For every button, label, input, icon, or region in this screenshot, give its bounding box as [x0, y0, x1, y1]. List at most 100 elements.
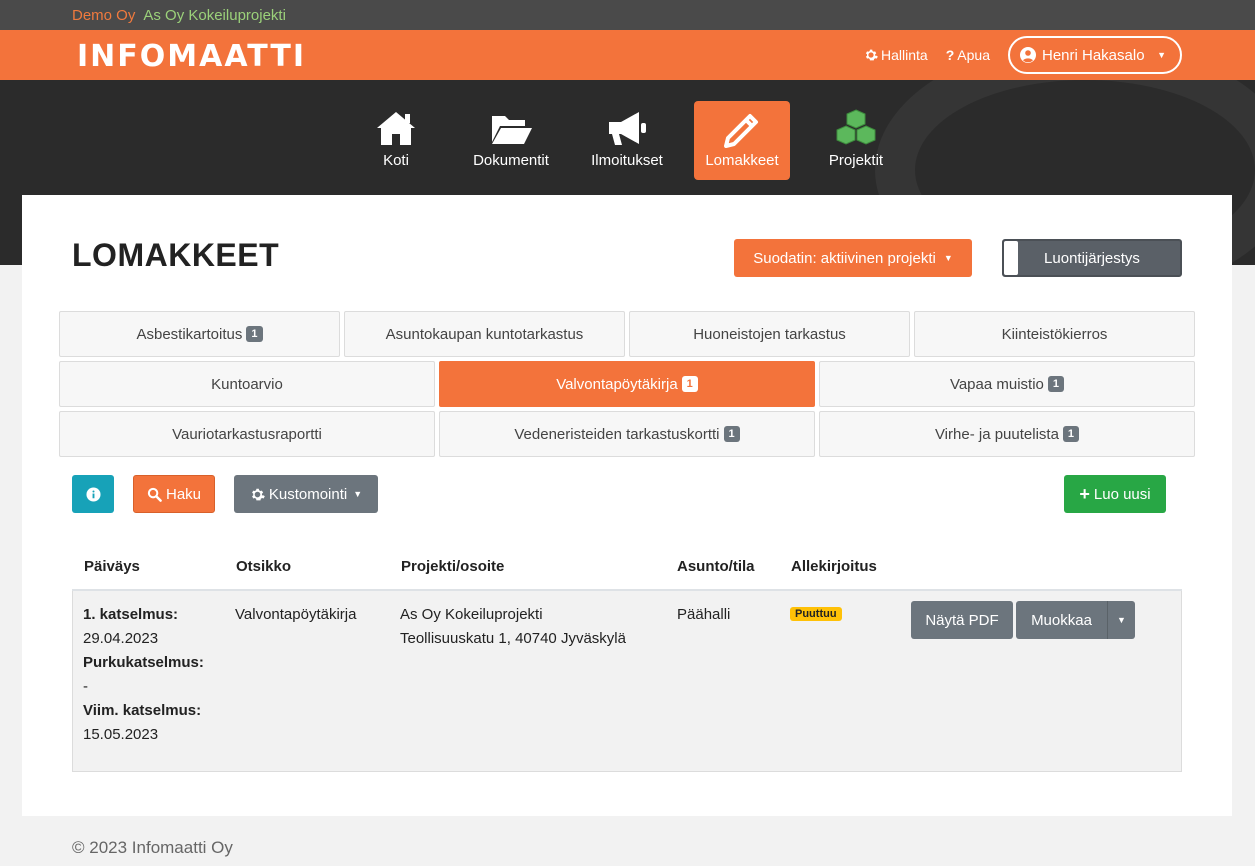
tab-vapaa-muistio[interactable]: Vapaa muistio 1 — [819, 361, 1195, 407]
tab-label: Asuntokaupan kuntotarkastus — [385, 325, 584, 343]
date-value: 29.04.2023 — [83, 630, 159, 647]
tab-virhe-ja-puutelista[interactable]: Virhe- ja puutelista 1 — [819, 411, 1195, 457]
user-circle-icon — [1020, 47, 1036, 63]
nav-dokumentit[interactable]: Dokumentit — [464, 101, 558, 180]
count-badge: 1 — [1062, 426, 1080, 442]
caret-down-icon: ▼ — [943, 253, 953, 263]
nav-label: Dokumentit — [473, 152, 549, 169]
help-label: Apua — [957, 47, 990, 63]
sort-label: Luontijärjestys — [1044, 249, 1140, 267]
user-name: Henri Hakasalo — [1042, 46, 1145, 64]
caret-down-icon: ▼ — [1117, 615, 1126, 625]
toggle-knob[interactable] — [1004, 241, 1018, 275]
tab-valvontapoytakirja[interactable]: Valvontapöytäkirja 1 — [439, 361, 815, 407]
cubes-icon — [836, 109, 876, 145]
search-label: Haku — [165, 485, 202, 503]
nav-ilmoitukset[interactable]: Ilmoitukset — [582, 101, 672, 180]
footer-copyright: © 2023 Infomaatti Oy — [72, 838, 233, 857]
customize-label: Kustomointi — [268, 485, 348, 503]
organization-link[interactable]: Demo Oy — [72, 7, 135, 24]
info-button[interactable] — [72, 475, 114, 513]
create-label: Luo uusi — [1093, 485, 1151, 503]
tab-asuntokaupan-kuntotarkastus[interactable]: Asuntokaupan kuntotarkastus — [344, 311, 625, 357]
caret-down-icon: ▼ — [1157, 50, 1166, 60]
tab-label: Vauriotarkastusraportti — [172, 425, 322, 443]
navbar: INFOMAATTI Hallinta ? Apua Henri Hakasal… — [0, 30, 1255, 80]
date-value: - — [83, 678, 88, 695]
project-name: As Oy Kokeiluprojekti — [400, 606, 543, 623]
tab-label: Asbestikartoitus — [136, 325, 243, 343]
tab-vauriotarkastusraportti[interactable]: Vauriotarkastusraportti — [59, 411, 435, 457]
nav-koti[interactable]: Koti — [365, 101, 427, 180]
table-row: 1. katselmus: 29.04.2023 Purkukatselmus:… — [72, 591, 1182, 772]
signature-status-badge: Puuttuu — [790, 607, 842, 621]
page-title: LOMAKKEET — [72, 237, 280, 273]
column-header: Päiväys — [84, 558, 140, 575]
column-header: Allekirjoitus — [791, 558, 877, 575]
nav-label: Lomakkeet — [705, 152, 779, 169]
admin-link[interactable]: Hallinta — [864, 47, 928, 63]
project-address: Teollisuuskatu 1, 40740 Jyväskylä — [400, 630, 626, 647]
create-new-button[interactable]: + Luo uusi — [1064, 475, 1166, 513]
tab-label: Vedeneristeiden tarkastuskortti — [514, 425, 720, 443]
user-menu-button[interactable]: Henri Hakasalo ▼ — [1008, 36, 1182, 74]
search-icon — [147, 487, 162, 502]
count-badge: 1 — [681, 376, 698, 392]
tab-label: Huoneistojen tarkastus — [693, 325, 846, 343]
main-navigation: Koti Dokumentit Ilmoitukset Lomakkeet Pr… — [0, 101, 1255, 181]
count-badge: 1 — [1047, 376, 1065, 392]
date-cell: 1. katselmus: 29.04.2023 Purkukatselmus:… — [83, 603, 204, 747]
top-strip: Demo Oy As Oy Kokeiluprojekti — [0, 0, 1255, 30]
tab-label: Virhe- ja puutelista — [934, 425, 1059, 443]
customize-dropdown-button[interactable]: Kustomointi ▼ — [234, 475, 378, 513]
filter-dropdown-button[interactable]: Suodatin: aktiivinen projekti ▼ — [734, 239, 972, 277]
info-icon — [85, 486, 101, 502]
edit-button[interactable]: Muokkaa — [1016, 601, 1107, 639]
count-badge: 1 — [723, 426, 740, 442]
date-value: 15.05.2023 — [83, 726, 159, 743]
date-label: Purkukatselmus: — [83, 654, 204, 671]
home-icon — [377, 112, 415, 145]
question-icon: ? — [945, 47, 955, 63]
logo[interactable]: INFOMAATTI — [77, 39, 306, 74]
title-cell: Valvontapöytäkirja — [235, 606, 357, 623]
nav-label: Ilmoitukset — [591, 152, 663, 169]
table-header: Päiväys Otsikko Projekti/osoite Asunto/t… — [72, 547, 1182, 591]
caret-down-icon: ▼ — [353, 489, 363, 499]
content-card: LOMAKKEET Suodatin: aktiivinen projekti … — [22, 195, 1232, 816]
space-cell: Päähalli — [677, 606, 731, 623]
filter-label: Suodatin: aktiivinen projekti — [753, 249, 936, 267]
plus-icon: + — [1079, 483, 1090, 504]
date-label: Viim. katselmus: — [83, 702, 202, 719]
date-label: 1. katselmus: — [83, 606, 179, 623]
pencil-icon — [724, 114, 758, 148]
gear-icon — [865, 49, 878, 61]
tab-label: Kiinteistökierros — [1001, 325, 1108, 343]
tab-label: Valvontapöytäkirja — [556, 375, 678, 393]
tab-label: Kuntoarvio — [211, 375, 283, 393]
search-button[interactable]: Haku — [133, 475, 215, 513]
tab-asbestikartoitus[interactable]: Asbestikartoitus 1 — [59, 311, 340, 357]
megaphone-icon — [609, 112, 646, 145]
nav-label: Koti — [383, 152, 409, 169]
column-header: Projekti/osoite — [401, 558, 505, 575]
nav-label: Projektit — [828, 152, 884, 169]
column-header: Asunto/tila — [677, 558, 755, 575]
show-pdf-button[interactable]: Näytä PDF — [911, 601, 1013, 639]
nav-lomakkeet[interactable]: Lomakkeet — [694, 101, 790, 180]
nav-projektit[interactable]: Projektit — [819, 101, 893, 180]
sort-order-toggle[interactable]: Luontijärjestys — [1002, 239, 1182, 277]
gear-icon — [251, 488, 265, 500]
tab-kuntoarvio[interactable]: Kuntoarvio — [59, 361, 435, 407]
admin-label: Hallinta — [881, 47, 928, 63]
folder-open-icon — [492, 116, 532, 144]
tab-huoneistojen-tarkastus[interactable]: Huoneistojen tarkastus — [629, 311, 910, 357]
edit-dropdown-toggle[interactable]: ▼ — [1107, 601, 1135, 639]
count-badge: 1 — [246, 326, 263, 342]
project-link[interactable]: As Oy Kokeiluprojekti — [143, 7, 286, 24]
tab-label: Vapaa muistio — [949, 375, 1044, 393]
project-cell: As Oy Kokeiluprojekti Teollisuuskatu 1, … — [400, 603, 626, 651]
tab-vedeneristeiden-tarkastuskortti[interactable]: Vedeneristeiden tarkastuskortti 1 — [439, 411, 815, 457]
help-link[interactable]: ? Apua — [946, 47, 990, 63]
tab-kiinteistokierros[interactable]: Kiinteistökierros — [914, 311, 1195, 357]
